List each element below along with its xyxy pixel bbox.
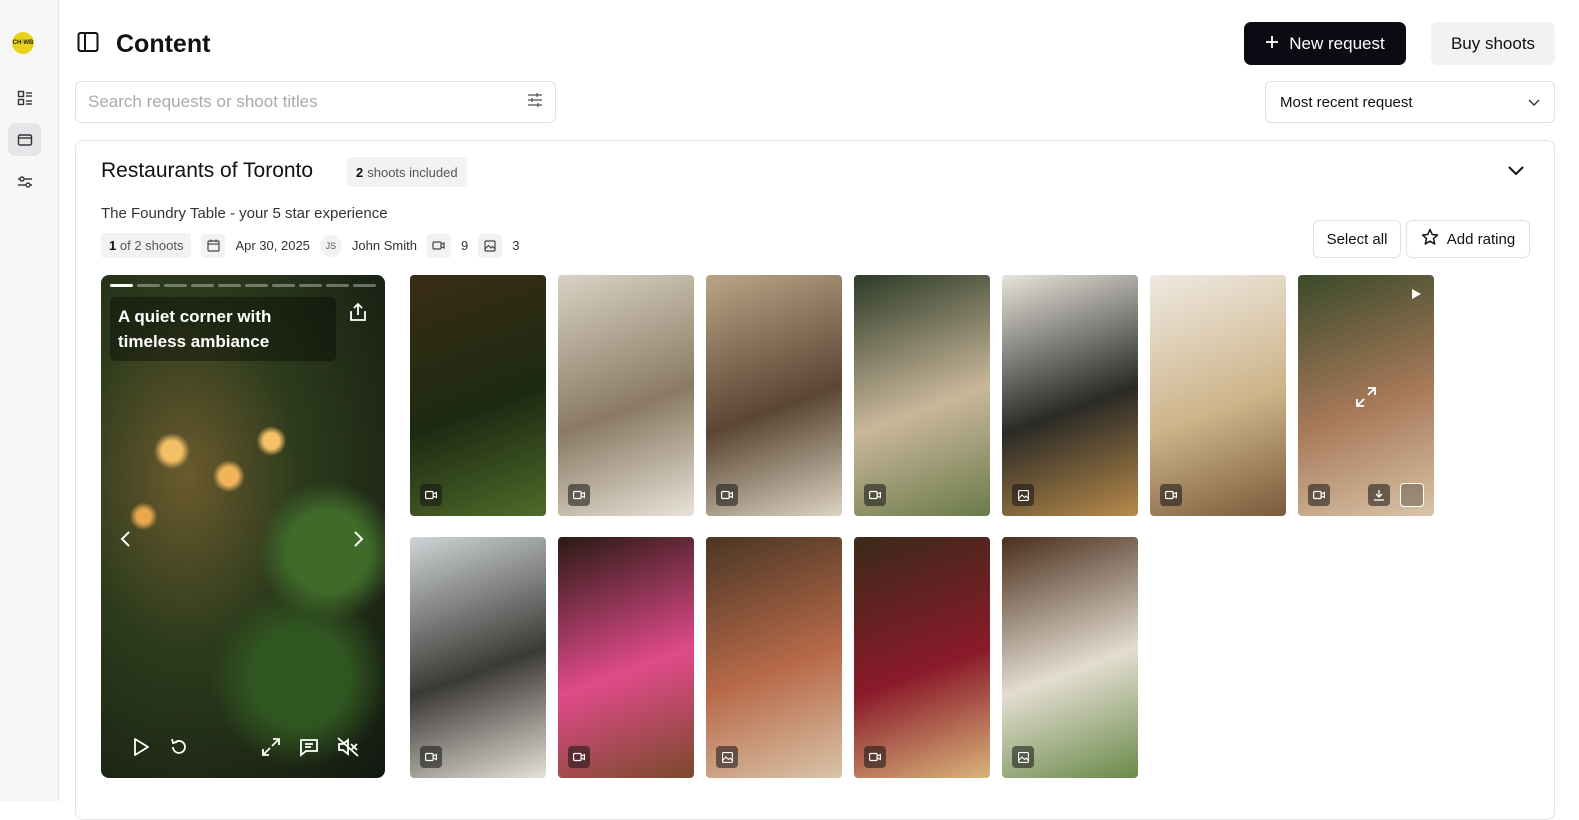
video-player[interactable]: A quiet corner with timeless ambiance — [101, 275, 385, 778]
add-rating-label: Add rating — [1446, 230, 1516, 248]
chevron-down-icon — [1528, 94, 1540, 111]
video-icon — [864, 484, 886, 506]
media-tile[interactable] — [410, 537, 546, 778]
photo-count: 3 — [512, 238, 520, 253]
download-icon[interactable] — [1368, 484, 1390, 506]
sort-select[interactable]: Most recent request — [1265, 81, 1555, 123]
progress-segment — [272, 284, 295, 287]
select-all-button[interactable]: Select all — [1313, 220, 1401, 258]
shoot-index: 1 — [109, 238, 117, 253]
shoot-index-of: of 2 shoots — [119, 238, 184, 253]
media-tile[interactable] — [854, 537, 990, 778]
video-icon — [716, 484, 738, 506]
player-controls — [131, 737, 361, 762]
shoots-badge-suffix: shoots included — [367, 164, 458, 180]
video-icon — [1160, 484, 1182, 506]
play-icon[interactable] — [131, 737, 151, 762]
buy-shoots-button[interactable]: Buy shoots — [1431, 22, 1555, 65]
progress-segment — [218, 284, 241, 287]
settings-sliders-icon[interactable] — [8, 165, 41, 198]
media-tile[interactable] — [558, 537, 694, 778]
media-tile[interactable] — [706, 537, 842, 778]
player-caption: A quiet corner with timeless ambiance — [110, 297, 336, 361]
add-rating-button[interactable]: Add rating — [1406, 220, 1530, 258]
shoot-date: Apr 30, 2025 — [235, 238, 310, 253]
story-progress — [110, 284, 376, 287]
photo-icon — [478, 233, 503, 258]
progress-segment — [137, 284, 160, 287]
author-name: John Smith — [351, 238, 417, 253]
page-header: Content — [76, 26, 210, 62]
media-tile[interactable] — [410, 275, 546, 516]
comment-icon[interactable] — [299, 737, 319, 762]
page-title: Content — [116, 29, 211, 58]
video-count: 9 — [460, 238, 469, 253]
progress-segment — [326, 284, 349, 287]
calendar-icon — [201, 233, 226, 258]
shoot-meta: 1 of 2 shoots Apr 30, 2025 JS John Smith… — [101, 233, 519, 258]
progress-segment — [164, 284, 187, 287]
video-icon — [420, 484, 442, 506]
video-icon — [568, 484, 590, 506]
shoot-title: The Foundry Table - your 5 star experien… — [101, 205, 388, 222]
collapse-chevron-icon[interactable] — [1506, 161, 1526, 186]
media-tile[interactable] — [1002, 275, 1138, 516]
sidebar-rail: CH·WB — [0, 0, 59, 801]
share-icon[interactable] — [347, 301, 369, 328]
video-icon — [568, 746, 590, 768]
video-icon — [1308, 484, 1330, 506]
media-tile[interactable] — [854, 275, 990, 516]
expand-icon[interactable] — [1354, 385, 1378, 414]
star-icon — [1421, 228, 1439, 250]
new-request-button[interactable]: New request — [1244, 22, 1406, 65]
search-box — [75, 81, 556, 123]
progress-segment — [353, 284, 376, 287]
progress-segment — [191, 284, 214, 287]
sort-selected-label: Most recent request — [1280, 93, 1413, 111]
fullscreen-icon[interactable] — [261, 737, 281, 762]
dashboard-nav-icon[interactable] — [8, 81, 41, 114]
media-tile[interactable] — [558, 275, 694, 516]
video-icon — [420, 746, 442, 768]
media-tile[interactable] — [1150, 275, 1286, 516]
shoots-count: 2 — [356, 164, 364, 180]
progress-segment — [245, 284, 268, 287]
select-checkbox[interactable] — [1400, 483, 1424, 507]
toggle-sidebar-icon[interactable] — [76, 30, 100, 59]
author-avatar: JS — [319, 234, 342, 257]
media-tile[interactable] — [1298, 275, 1434, 516]
play-icon[interactable] — [1410, 287, 1422, 305]
video-icon — [864, 746, 886, 768]
media-tile[interactable] — [706, 275, 842, 516]
search-input[interactable] — [88, 92, 508, 112]
shoot-index-pill[interactable]: 1 of 2 shoots — [101, 233, 192, 258]
photo-icon — [1012, 484, 1034, 506]
photo-icon — [716, 746, 738, 768]
new-request-label: New request — [1289, 33, 1385, 53]
request-title: Restaurants of Toronto — [101, 159, 314, 182]
video-icon — [426, 233, 451, 258]
progress-segment — [110, 284, 133, 287]
brand-logo: CH·WB — [12, 32, 34, 54]
content-nav-icon[interactable] — [8, 123, 41, 156]
progress-segment — [299, 284, 322, 287]
replay-icon[interactable] — [169, 737, 189, 762]
photo-icon — [1012, 746, 1034, 768]
request-card: Restaurants of Toronto 2 shoots included… — [75, 140, 1555, 820]
shoots-included-badge: 2 shoots included — [347, 157, 467, 187]
next-chevron-icon[interactable] — [351, 530, 365, 553]
filter-sliders-icon[interactable] — [527, 92, 543, 113]
plus-icon — [1265, 34, 1279, 54]
previous-chevron-icon[interactable] — [119, 530, 133, 553]
media-tile[interactable] — [1002, 537, 1138, 778]
mute-icon[interactable] — [337, 737, 359, 762]
